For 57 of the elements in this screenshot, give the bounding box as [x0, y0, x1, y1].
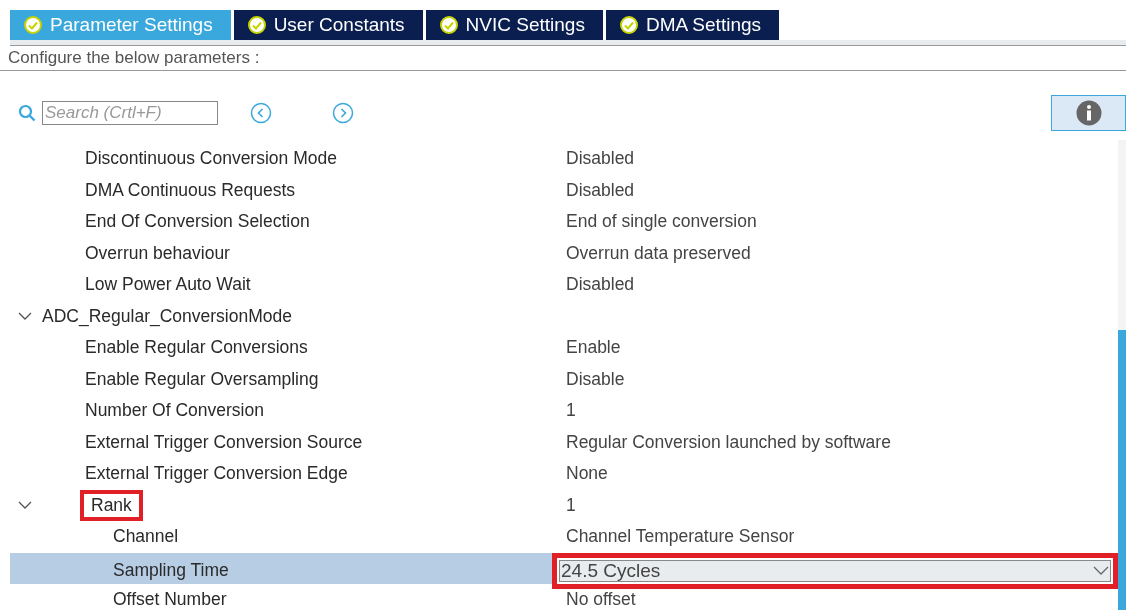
- parameter-value: Disabled: [565, 148, 635, 170]
- parameter-row[interactable]: External Trigger Conversion Source Regular Conversion launched by software: [10, 426, 1118, 458]
- parameter-name: External Trigger Conversion Edge: [85, 463, 348, 485]
- section-heading: Configure the below parameters :: [0, 46, 1126, 71]
- parameter-row[interactable]: Rank 1: [10, 489, 1118, 521]
- parameter-value: Enable: [565, 337, 621, 359]
- parameter-name: Overrun behaviour: [85, 242, 230, 264]
- check-icon: [247, 16, 266, 34]
- parameter-value: None: [565, 463, 608, 485]
- check-icon: [619, 16, 638, 34]
- parameter-name: Low Power Auto Wait: [85, 274, 251, 296]
- parameter-name: Enable Regular Oversampling: [85, 368, 319, 390]
- parameter-row[interactable]: Number Of Conversion 1: [10, 395, 1118, 427]
- info-button[interactable]: [1051, 95, 1126, 131]
- parameter-value: Channel Temperature Sensor: [565, 526, 795, 548]
- parameter-name: End Of Conversion Selection: [85, 211, 310, 233]
- info-icon: [1075, 100, 1102, 126]
- settings-tab[interactable]: NVIC Settings: [425, 10, 603, 40]
- settings-tab[interactable]: User Constants: [233, 10, 423, 40]
- previous-icon[interactable]: [250, 102, 272, 124]
- parameter-row[interactable]: Low Power Auto Wait Disabled: [10, 269, 1118, 301]
- check-icon: [24, 16, 42, 34]
- parameter-name: Channel: [113, 526, 179, 548]
- parameter-name: Discontinuous Conversion Mode: [85, 148, 337, 170]
- parameter-row[interactable]: Overrun behaviour Overrun data preserved: [10, 237, 1118, 269]
- parameter-name: Offset Number: [113, 589, 227, 610]
- parameter-value: 1: [565, 494, 576, 516]
- search-field[interactable]: Search (Crtl+F): [42, 101, 218, 125]
- parameter-row[interactable]: Discontinuous Conversion Mode Disabled: [10, 143, 1118, 175]
- value-dropdown[interactable]: 24.5 Cycles: [552, 552, 1118, 589]
- parameter-name: ADC_Regular_ConversionMode: [42, 305, 292, 327]
- parameter-row[interactable]: ADC_Regular_ConversionMode: [10, 300, 1118, 332]
- parameter-name: Sampling Time: [113, 560, 229, 581]
- parameter-value: End of single conversion: [565, 211, 757, 233]
- parameter-name: DMA Continuous Requests: [85, 179, 296, 201]
- check-icon: [439, 16, 458, 34]
- parameter-name: External Trigger Conversion Source: [85, 431, 363, 453]
- parameter-value: No offset: [565, 589, 636, 610]
- parameter-row[interactable]: Enable Regular Conversions Enable: [10, 332, 1118, 364]
- parameter-name: Number Of Conversion: [85, 400, 264, 422]
- parameter-value: Regular Conversion launched by software: [565, 431, 891, 453]
- scrollbar[interactable]: [1118, 140, 1126, 610]
- settings-tab[interactable]: DMA Settings: [605, 10, 780, 40]
- parameter-row[interactable]: Enable Regular Oversampling Disable: [10, 363, 1118, 395]
- parameter-row[interactable]: External Trigger Conversion Edge None: [10, 458, 1118, 490]
- parameter-row[interactable]: DMA Continuous Requests Disabled: [10, 174, 1118, 206]
- parameter-row[interactable]: End Of Conversion Selection End of single conversion: [10, 206, 1118, 238]
- parameter-value: Overrun data preserved: [565, 242, 751, 264]
- parameter-name: Enable Regular Conversions: [85, 337, 308, 359]
- parameter-value: Disable: [565, 368, 625, 390]
- caret-icon: [1093, 565, 1109, 576]
- parameter-value: Disabled: [565, 274, 635, 296]
- next-icon[interactable]: [332, 102, 354, 124]
- parameter-value: 1: [565, 400, 576, 422]
- parameter-value: Disabled: [565, 179, 635, 201]
- parameter-row[interactable]: Channel Channel Temperature Sensor: [10, 521, 1118, 553]
- search-icon: [18, 104, 36, 122]
